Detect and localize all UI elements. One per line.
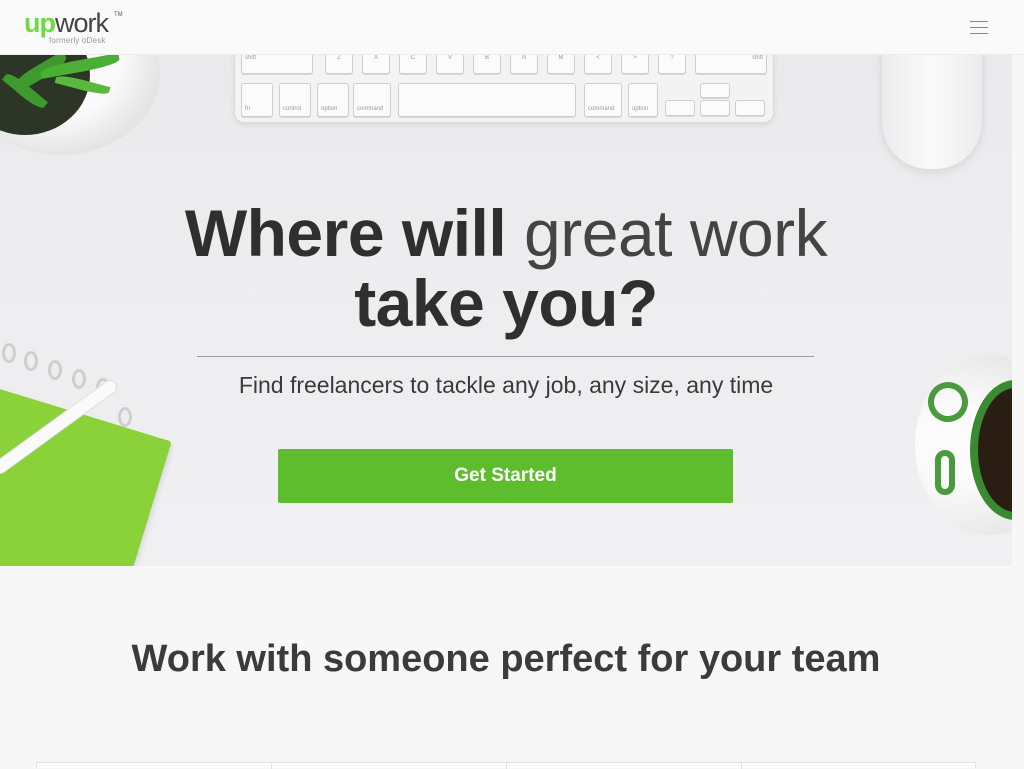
keyboard-key: ? — [658, 55, 686, 74]
keyboard-key: X — [362, 55, 390, 74]
top-nav-bar: Upwork TM formerly oDesk — [0, 0, 1024, 55]
keyboard-key: Z — [325, 55, 353, 74]
notebook-ring — [118, 407, 132, 427]
mug-logo-mark — [935, 450, 955, 495]
upwork-logo[interactable]: Upwork TM formerly oDesk — [24, 8, 134, 48]
hero-headline: Where will great work take you? — [0, 198, 1012, 338]
keyboard-arrow-key — [665, 100, 695, 116]
keyboard-key: < — [584, 55, 612, 74]
keyboard-key: fn — [241, 83, 273, 117]
hamburger-menu-icon[interactable] — [968, 19, 990, 37]
keyboard-key: B — [473, 55, 501, 74]
logo-up-text: Up — [24, 8, 56, 38]
get-started-button[interactable]: Get Started — [278, 449, 733, 503]
logo-subtitle: formerly oDesk — [49, 36, 106, 45]
keyboard-key: shift — [241, 55, 313, 74]
keyboard-arrow-key — [735, 100, 765, 116]
headline-bold-2: take you? — [354, 266, 658, 340]
keyboard-key: shift — [695, 55, 767, 74]
card-separator — [506, 763, 507, 769]
page-edge — [1012, 55, 1024, 566]
notebook-ring — [24, 351, 38, 371]
hero-subtitle: Find freelancers to tackle any job, any … — [238, 372, 774, 398]
keyboard-key: C — [399, 55, 427, 74]
card-separator — [271, 763, 272, 769]
logo-trademark: TM — [114, 12, 123, 18]
card-separator — [741, 763, 742, 769]
keyboard-key: command — [353, 83, 391, 117]
keyboard-key: V — [436, 55, 464, 74]
logo-work-text: work — [55, 8, 109, 38]
hero-divider — [197, 356, 814, 357]
keyboard-key: option — [317, 83, 349, 117]
keyboard-spacebar — [398, 83, 576, 117]
keyboard-key: > — [621, 55, 649, 74]
keyboard-key: command — [584, 83, 622, 117]
headline-light: great work — [524, 196, 828, 270]
keyboard-key: M — [547, 55, 575, 74]
keyboard-key: N — [510, 55, 538, 74]
headline-bold-1: Where will — [184, 196, 507, 270]
keyboard-image: shift Z X C V B N M < > ? shift fn contr… — [234, 55, 774, 123]
keyboard-key: control — [279, 83, 311, 117]
keyboard-arrow-key — [700, 83, 730, 98]
keyboard-key: option — [628, 83, 658, 117]
notebook-image — [0, 387, 172, 566]
category-cards-row — [36, 762, 976, 769]
keyboard-arrow-key — [700, 100, 730, 116]
section-title: Work with someone perfect for your team — [131, 638, 881, 680]
notebook-ring — [2, 343, 16, 363]
mouse-image — [881, 55, 983, 170]
logo-wordmark: Upwork — [24, 8, 109, 39]
